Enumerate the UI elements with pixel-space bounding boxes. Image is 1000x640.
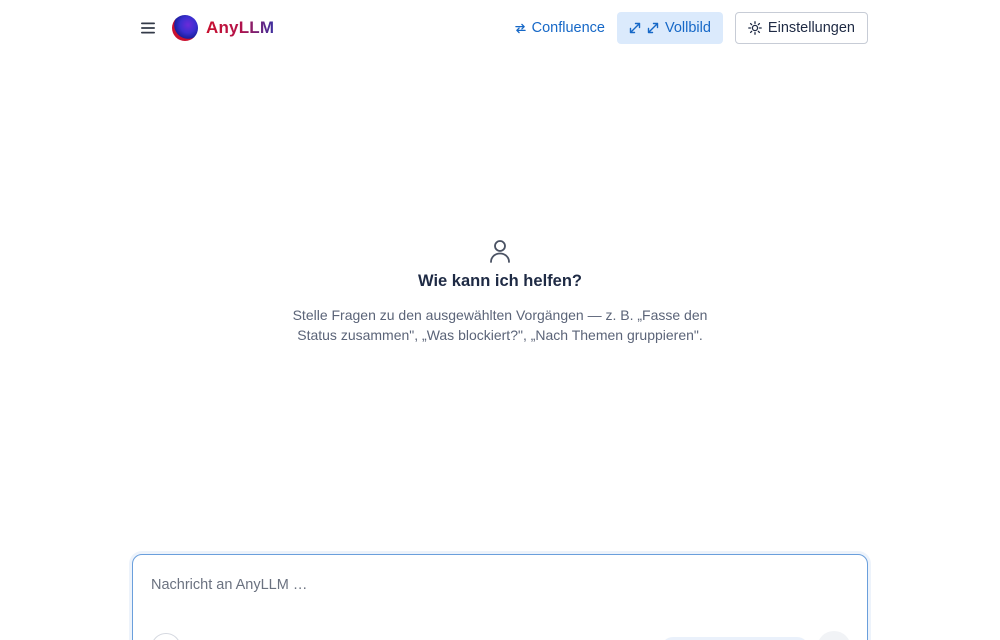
settings-icon xyxy=(748,21,762,35)
fullscreen-label: Vollbild xyxy=(664,20,711,36)
fullscreen-button[interactable]: Vollbild xyxy=(616,12,723,44)
send-button[interactable] xyxy=(817,631,851,640)
chat-page: AnyLLM Confluence Vollbild Einstellungen… xyxy=(0,0,1000,640)
hamburger-icon xyxy=(140,22,156,34)
message-input[interactable] xyxy=(151,577,849,593)
header-actions: Confluence Vollbild Einstellungen xyxy=(514,12,868,44)
expand-arrows-icon xyxy=(629,22,641,34)
expand-diagonal-icon xyxy=(647,22,659,34)
settings-label: Einstellungen xyxy=(767,20,855,36)
anyllm-logo xyxy=(172,15,198,41)
confluence-label: Confluence xyxy=(531,20,605,36)
message-composer xyxy=(132,554,868,640)
brand: AnyLLM xyxy=(132,12,274,44)
empty-state-hint: Stelle Fragen zu den ausgewählten Vorgän… xyxy=(292,307,708,343)
person-icon xyxy=(488,238,512,264)
empty-state: Wie kann ich helfen? Stelle Fragen zu de… xyxy=(0,238,1000,345)
swap-arrows-icon xyxy=(514,23,526,34)
confluence-button[interactable]: Confluence xyxy=(514,12,605,44)
settings-button[interactable]: Einstellungen xyxy=(734,12,868,44)
attach-button[interactable] xyxy=(151,633,181,640)
menu-button[interactable] xyxy=(132,12,164,44)
header: AnyLLM Confluence Vollbild Einstellungen xyxy=(132,0,868,56)
brand-name: AnyLLM xyxy=(206,18,275,37)
empty-state-title: Wie kann ich helfen? xyxy=(418,272,582,290)
